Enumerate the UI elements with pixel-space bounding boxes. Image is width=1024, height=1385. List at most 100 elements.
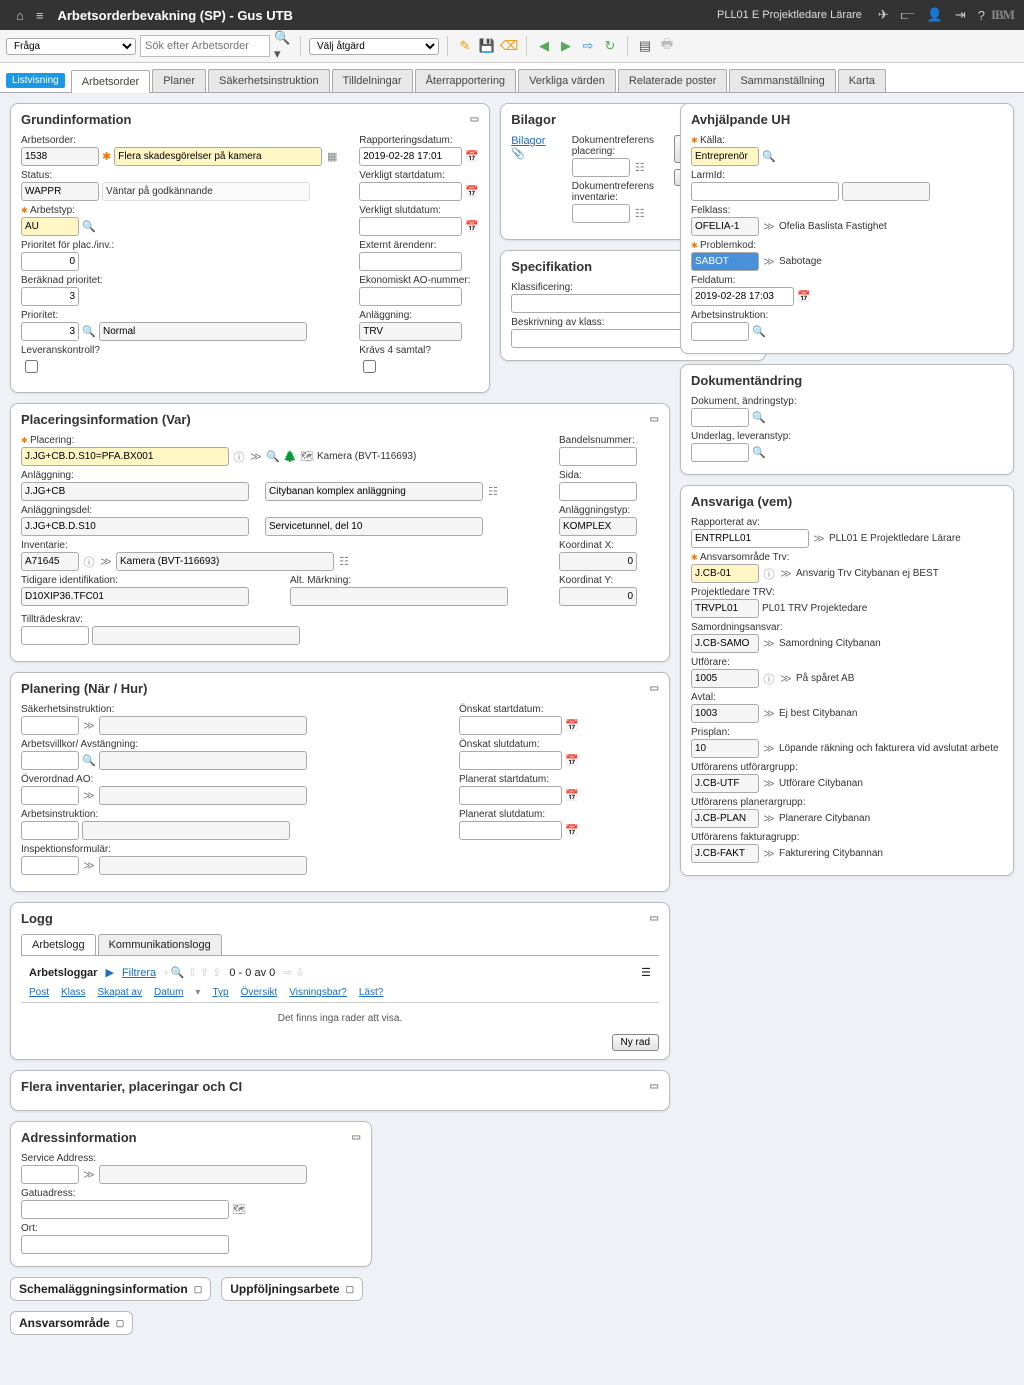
vstart-input[interactable] — [359, 182, 462, 201]
ber-prio-input[interactable] — [21, 287, 79, 306]
av-input[interactable] — [21, 751, 79, 770]
krav-checkbox[interactable] — [363, 360, 376, 373]
arbetstyp-input[interactable] — [21, 217, 79, 236]
ekao-input[interactable] — [359, 287, 462, 306]
detail-icon[interactable]: ☷ — [486, 485, 500, 499]
kalla-input[interactable] — [691, 147, 759, 166]
tab-tilldelningar[interactable]: Tilldelningar — [332, 69, 413, 92]
goto-icon[interactable]: ≫ — [779, 672, 793, 686]
lookup-icon[interactable]: 🔍 — [752, 411, 766, 425]
goto-icon[interactable]: ≫ — [82, 789, 96, 803]
tab-planer[interactable]: Planer — [152, 69, 206, 92]
table-settings-icon[interactable]: ☰ — [641, 966, 651, 979]
goto-icon[interactable]: ≫ — [762, 777, 776, 791]
ext-input[interactable] — [359, 252, 462, 271]
anltyp-input[interactable] — [559, 517, 637, 536]
lookup-icon[interactable]: 🔍 — [82, 220, 96, 234]
goto-icon[interactable]: ≫ — [99, 555, 113, 569]
fg-input[interactable] — [691, 844, 759, 863]
tab-sammanstallning[interactable]: Sammanställning — [729, 69, 835, 92]
goto-icon[interactable]: ≫ — [762, 255, 776, 269]
plac-input[interactable] — [21, 447, 229, 466]
oao-input[interactable] — [21, 786, 79, 805]
rap-input[interactable] — [691, 529, 809, 548]
col-datum[interactable]: Datum — [154, 987, 183, 998]
save-icon[interactable]: 💾 — [478, 37, 496, 55]
ansv-collapsed[interactable]: Ansvarsområde▢ — [10, 1311, 133, 1335]
prio-input[interactable] — [21, 322, 79, 341]
und-input[interactable] — [691, 443, 749, 462]
pl-input[interactable] — [691, 599, 759, 618]
goto-icon[interactable]: ≫ — [762, 637, 776, 651]
new-icon[interactable]: ✎ — [456, 37, 474, 55]
till-input[interactable] — [21, 626, 89, 645]
calendar-icon[interactable]: 📅 — [565, 754, 579, 768]
minimize-icon[interactable]: ▭ — [352, 1132, 361, 1143]
minimize-icon[interactable]: ▭ — [650, 414, 659, 425]
query-select[interactable]: Fråga — [6, 38, 136, 55]
sida-input[interactable] — [559, 482, 637, 501]
goto-icon[interactable]: ≫ — [249, 450, 263, 464]
detail-icon[interactable]: ☷ — [633, 161, 647, 175]
felk-input[interactable] — [691, 217, 759, 236]
uppf-collapsed[interactable]: Uppföljningsarbete▢ — [221, 1277, 363, 1301]
detail-icon[interactable]: ☷ — [337, 555, 351, 569]
calendar-icon[interactable]: 📅 — [465, 185, 479, 199]
calendar-icon[interactable]: 📅 — [465, 220, 479, 234]
tab-sakerhet[interactable]: Säkerhetsinstruktion — [208, 69, 330, 92]
minimize-icon[interactable]: ▭ — [650, 913, 659, 924]
search-input[interactable] — [140, 35, 270, 57]
info-icon[interactable]: ⓘ — [762, 567, 776, 581]
col-typ[interactable]: Typ — [212, 987, 228, 998]
si-input[interactable] — [21, 716, 79, 735]
tab-arbetsorder[interactable]: Arbetsorder — [71, 70, 150, 93]
ug-input[interactable] — [691, 774, 759, 793]
ort-input[interactable] — [21, 1235, 229, 1254]
calendar-icon[interactable]: 📅 — [565, 719, 579, 733]
col-post[interactable]: Post — [29, 987, 49, 998]
goto-icon[interactable]: ≫ — [779, 567, 793, 581]
help-icon[interactable]: ? — [972, 8, 991, 23]
listview-badge[interactable]: Listvisning — [6, 73, 65, 88]
print-icon[interactable]: 🖶 — [658, 37, 676, 55]
lev-checkbox[interactable] — [25, 360, 38, 373]
goto-icon[interactable]: ≫ — [762, 707, 776, 721]
subtab-kommunikationslogg[interactable]: Kommunikationslogg — [98, 934, 222, 955]
pstart-input[interactable] — [459, 786, 562, 805]
lookup-icon[interactable]: 🔍 — [752, 325, 766, 339]
bilagor-link[interactable]: Bilagor — [511, 135, 545, 147]
alt-input[interactable] — [290, 587, 508, 606]
goto-icon[interactable]: ≫ — [762, 220, 776, 234]
logout-icon[interactable]: ⇥ — [949, 7, 972, 23]
adel-input[interactable] — [21, 517, 249, 536]
minimize-icon[interactable]: ▭ — [470, 114, 479, 125]
col-oversikt[interactable]: Översikt — [241, 987, 278, 998]
calendar-icon[interactable]: 📅 — [565, 824, 579, 838]
col-last[interactable]: Läst? — [359, 987, 383, 998]
info-icon[interactable]: ⓘ — [82, 555, 96, 569]
lookup-icon[interactable]: 🔍 — [82, 754, 96, 768]
goto-icon[interactable]: ≫ — [812, 532, 826, 546]
chart-icon[interactable]: ⫍ — [895, 7, 921, 23]
arbetsorder-input[interactable] — [21, 147, 99, 166]
utf-input[interactable] — [691, 669, 759, 688]
tree-icon[interactable]: 🌲 — [283, 450, 297, 464]
lookup-icon[interactable]: 🔍 — [266, 450, 280, 464]
kx-input[interactable] — [559, 552, 637, 571]
goto-icon[interactable]: ≫ — [762, 812, 776, 826]
newrow-button[interactable]: Ny rad — [612, 1034, 659, 1051]
plac-anl-input[interactable] — [21, 482, 249, 501]
pg-input[interactable] — [691, 809, 759, 828]
prev-icon[interactable]: ◀ — [535, 37, 553, 55]
col-skapat[interactable]: Skapat av — [97, 987, 141, 998]
arbetsorder-desc-input[interactable] — [114, 147, 322, 166]
map-icon[interactable]: 🗺 — [232, 1203, 246, 1217]
tab-relaterade[interactable]: Relaterade poster — [618, 69, 727, 92]
prio-plac-input[interactable] — [21, 252, 79, 271]
dokp-input[interactable] — [572, 158, 630, 177]
minimize-icon[interactable]: ▭ — [650, 683, 659, 694]
map-icon[interactable]: 🗺 — [300, 450, 314, 464]
sam-input[interactable] — [691, 634, 759, 653]
ai-input[interactable] — [21, 821, 79, 840]
rapdat-input[interactable] — [359, 147, 462, 166]
